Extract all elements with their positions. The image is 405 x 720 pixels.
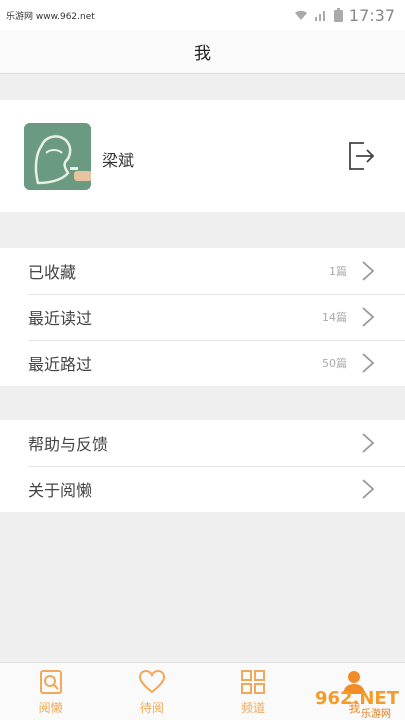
tab-to-read[interactable]: 待阅 <box>101 663 202 720</box>
status-time: 17:37 <box>348 5 395 25</box>
brand-watermark-sub: 乐游网 <box>361 709 391 720</box>
grid-icon <box>241 669 266 694</box>
signal-icon <box>314 11 325 21</box>
battery-icon <box>333 8 343 22</box>
chevron-right-icon <box>362 261 375 281</box>
row-label: 最近路过 <box>28 355 93 374</box>
row-count: 50篇 <box>322 357 347 370</box>
row-count: 1篇 <box>329 265 347 278</box>
row-about[interactable]: 关于阅懒 <box>0 466 405 512</box>
tab-yuelan[interactable]: 阅懒 <box>0 663 101 720</box>
chevron-right-icon <box>362 353 375 373</box>
chevron-right-icon <box>362 433 375 453</box>
wifi-icon <box>294 10 307 20</box>
watermark: 乐游网 www.962.net <box>6 9 95 22</box>
profile-card[interactable]: 梁斌 <box>0 100 405 212</box>
nav-bar: 我 <box>0 30 405 74</box>
tab-label: 频道 <box>241 700 266 715</box>
tab-channel[interactable]: 频道 <box>203 663 304 720</box>
row-label: 最近读过 <box>28 309 93 328</box>
magnifier-doc-icon <box>39 669 62 694</box>
row-count: 14篇 <box>322 311 347 324</box>
row-label: 已收藏 <box>28 263 77 282</box>
chevron-right-icon <box>362 479 375 499</box>
avatar[interactable] <box>24 123 91 190</box>
tab-label: 待阅 <box>139 700 164 715</box>
row-recently-read[interactable]: 最近读过 14篇 <box>0 294 405 340</box>
tab-label: 阅懒 <box>38 700 63 715</box>
page-title: 我 <box>194 44 211 64</box>
support-group: 帮助与反馈 关于阅懒 <box>0 420 405 512</box>
chevron-right-icon <box>362 307 375 327</box>
status-bar: 乐游网 www.962.net 17:37 <box>0 0 405 30</box>
row-recently-visited[interactable]: 最近路过 50篇 <box>0 340 405 386</box>
row-label: 关于阅懒 <box>28 481 93 500</box>
row-label: 帮助与反馈 <box>28 435 109 454</box>
watermark-text: 乐游网 www.962.net <box>6 11 95 22</box>
history-group: 已收藏 1篇 最近读过 14篇 最近路过 50篇 <box>0 248 405 386</box>
row-help-feedback[interactable]: 帮助与反馈 <box>0 420 405 466</box>
logout-icon[interactable] <box>346 140 376 172</box>
status-icons: 17:37 <box>294 6 395 25</box>
username: 梁斌 <box>102 151 135 170</box>
chalk-head-icon <box>24 123 91 190</box>
row-favorites[interactable]: 已收藏 1篇 <box>0 248 405 294</box>
heart-icon <box>138 669 165 693</box>
